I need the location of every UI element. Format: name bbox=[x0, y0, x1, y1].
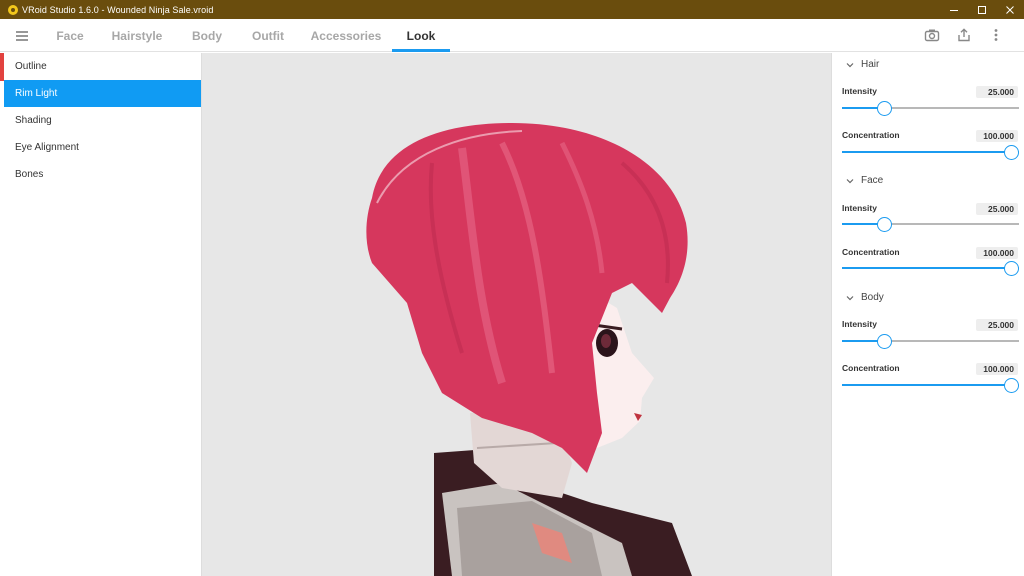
hair-concentration-slider[interactable] bbox=[842, 145, 1019, 160]
hamburger-menu-icon[interactable] bbox=[12, 27, 32, 44]
slider-thumb[interactable] bbox=[877, 217, 892, 232]
window-title: VRoid Studio 1.6.0 - Wounded Ninja Sale.… bbox=[22, 4, 214, 15]
section-hair-header[interactable]: Hair bbox=[846, 59, 879, 70]
body-intensity-label: Intensity bbox=[842, 319, 877, 329]
export-icon[interactable] bbox=[955, 26, 973, 44]
sidebar-item-rim-light[interactable]: Rim Light bbox=[4, 80, 201, 107]
active-tab-indicator bbox=[392, 49, 450, 52]
tab-face[interactable]: Face bbox=[50, 19, 90, 52]
chevron-down-icon bbox=[846, 62, 854, 67]
hair-intensity-value[interactable]: 25.000 bbox=[976, 86, 1018, 98]
hair-concentration-value[interactable]: 100.000 bbox=[976, 130, 1018, 142]
body-concentration-label: Concentration bbox=[842, 363, 900, 373]
sidebar-item-outline[interactable]: Outline bbox=[4, 53, 201, 80]
hair-concentration-label: Concentration bbox=[842, 130, 900, 140]
face-concentration-value[interactable]: 100.000 bbox=[976, 247, 1018, 259]
section-body-header[interactable]: Body bbox=[846, 292, 884, 303]
minimize-icon[interactable] bbox=[940, 0, 968, 19]
slider-thumb[interactable] bbox=[1004, 145, 1019, 160]
maximize-icon[interactable] bbox=[968, 0, 996, 19]
rim-light-panel: Hair Intensity 25.000 Concentration 100.… bbox=[831, 53, 1024, 576]
hair-intensity-label: Intensity bbox=[842, 86, 877, 96]
tab-look[interactable]: Look bbox=[392, 19, 450, 52]
face-intensity-value[interactable]: 25.000 bbox=[976, 203, 1018, 215]
chevron-down-icon bbox=[846, 295, 854, 300]
sidebar-item-eye-alignment[interactable]: Eye Alignment bbox=[4, 134, 201, 161]
slider-thumb[interactable] bbox=[877, 101, 892, 116]
more-vertical-icon[interactable] bbox=[987, 26, 1005, 44]
face-intensity-label: Intensity bbox=[842, 203, 877, 213]
face-concentration-label: Concentration bbox=[842, 247, 900, 257]
title-bar: VRoid Studio 1.6.0 - Wounded Ninja Sale.… bbox=[0, 0, 1024, 19]
close-icon[interactable] bbox=[996, 0, 1024, 19]
body-intensity-slider[interactable] bbox=[842, 334, 1019, 349]
tab-accessories[interactable]: Accessories bbox=[308, 19, 384, 52]
top-tab-bar: Face Hairstyle Body Outfit Accessories L… bbox=[0, 19, 1024, 52]
face-intensity-slider[interactable] bbox=[842, 217, 1019, 232]
body-concentration-value[interactable]: 100.000 bbox=[976, 363, 1018, 375]
sidebar-item-shading[interactable]: Shading bbox=[4, 107, 201, 134]
slider-thumb[interactable] bbox=[1004, 378, 1019, 393]
face-concentration-slider[interactable] bbox=[842, 261, 1019, 276]
chevron-down-icon bbox=[846, 178, 854, 183]
tab-hairstyle[interactable]: Hairstyle bbox=[106, 19, 168, 52]
sidebar-item-bones[interactable]: Bones bbox=[4, 161, 201, 188]
hair-intensity-slider[interactable] bbox=[842, 101, 1019, 116]
tab-outfit[interactable]: Outfit bbox=[246, 19, 290, 52]
model-viewport[interactable] bbox=[202, 53, 831, 576]
body-intensity-value[interactable]: 25.000 bbox=[976, 319, 1018, 331]
body-concentration-slider[interactable] bbox=[842, 378, 1019, 393]
character-model bbox=[366, 123, 692, 576]
window-controls bbox=[940, 0, 1024, 19]
slider-thumb[interactable] bbox=[1004, 261, 1019, 276]
tab-body[interactable]: Body bbox=[186, 19, 228, 52]
slider-thumb[interactable] bbox=[877, 334, 892, 349]
camera-icon[interactable] bbox=[923, 26, 941, 44]
section-face-header[interactable]: Face bbox=[846, 175, 883, 186]
vroid-logo-icon bbox=[8, 4, 18, 15]
